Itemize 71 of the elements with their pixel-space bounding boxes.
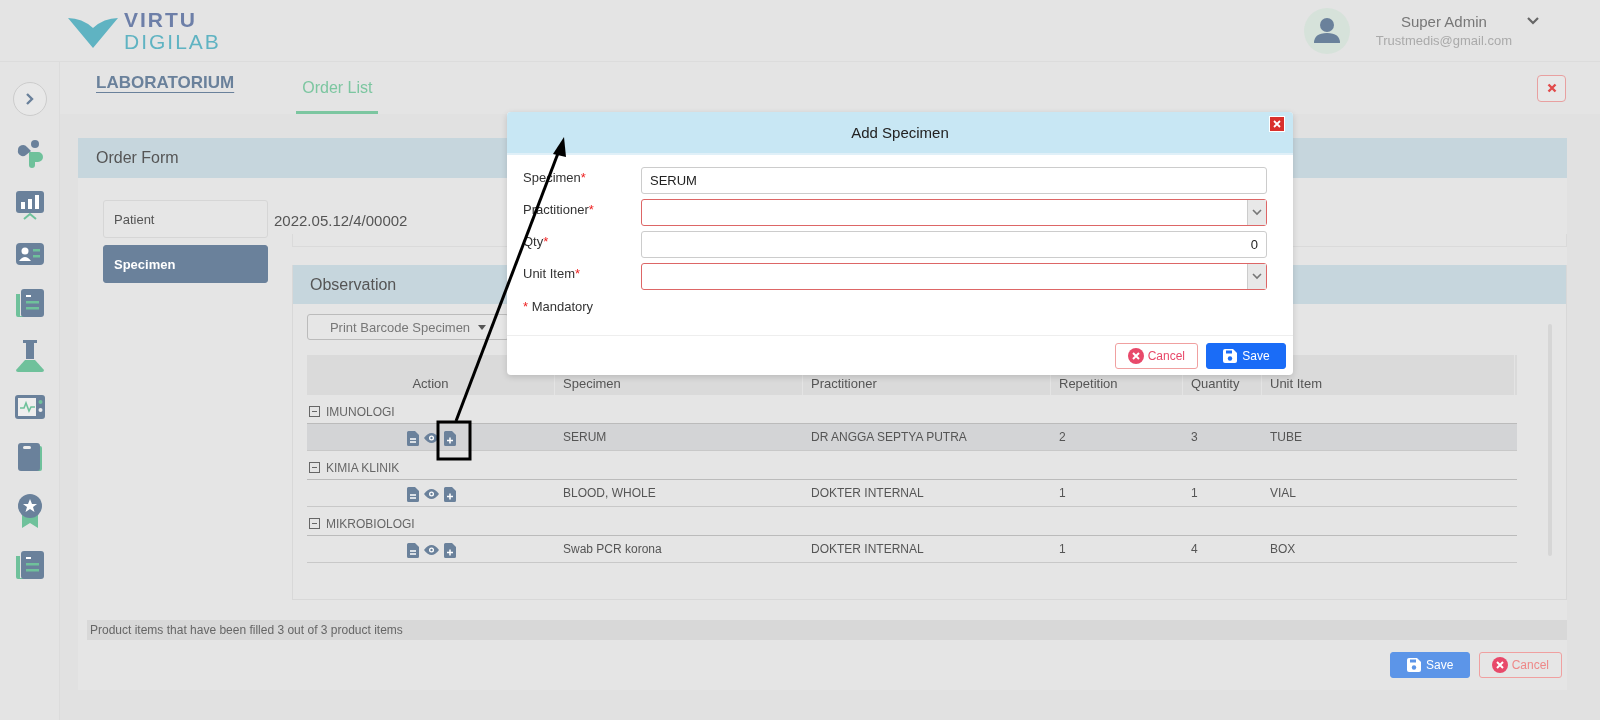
table-cell-text: TUBE (1269, 430, 1303, 444)
add-document-icon[interactable] (443, 430, 456, 446)
dialog-title: Add Specimen (851, 124, 949, 141)
add-document-icon[interactable] (443, 486, 456, 502)
document-icon[interactable] (406, 542, 419, 558)
document-icon[interactable] (406, 486, 419, 502)
print-barcode-dropdown[interactable]: Print Barcode Specimen (307, 314, 509, 340)
form-section-tab[interactable]: Patient (103, 200, 268, 238)
table-cell-text: 2 (1058, 430, 1067, 444)
document-icon[interactable] (14, 550, 45, 580)
table-cell-text: DOKTER INTERNAL (810, 486, 925, 500)
select-field[interactable] (641, 263, 1267, 290)
input-field[interactable]: 0 (641, 231, 1267, 258)
save-button[interactable]: Save (1389, 652, 1470, 678)
form-section-tab[interactable]: Specimen (103, 245, 268, 283)
user-name[interactable]: Super Admin (1400, 13, 1487, 30)
award-icon[interactable] (16, 494, 43, 528)
add-document-icon[interactable] (443, 542, 456, 558)
close-icon (1273, 120, 1281, 128)
flask-icon[interactable] (14, 340, 45, 372)
document-icon[interactable] (14, 288, 45, 318)
chevron-down-icon (1252, 209, 1262, 216)
folder-icon[interactable] (16, 442, 43, 472)
close-button[interactable] (1537, 74, 1566, 102)
collapse-icon[interactable] (309, 462, 320, 473)
save-button[interactable]: Save (1206, 343, 1286, 369)
table-cell-text: 3 (1190, 430, 1199, 444)
table-cell-text: 1 (1190, 486, 1199, 500)
chevron-down-icon[interactable] (1526, 15, 1540, 26)
table-cell-text: DOKTER INTERNAL (810, 542, 925, 556)
table-row[interactable]: SERUM DR ANGGA SEPTYA PUTRA 2 3 TUBE (307, 424, 1517, 451)
table-cell-text: BOX (1269, 542, 1297, 556)
avatar-icon (1303, 7, 1350, 54)
collapse-icon[interactable] (309, 406, 320, 417)
order-number: 2022.05.12/4/00002 (274, 212, 408, 231)
group-label: MIKROBIOLOGI (326, 516, 415, 531)
group-label: IMUNOLOGI (326, 404, 395, 419)
table-row[interactable]: Swab PCR korona DOKTER INTERNAL 1 4 BOX (307, 536, 1517, 563)
table-cell-text: BLOOD, WHOLE (562, 486, 657, 500)
monitor-icon[interactable] (13, 394, 46, 420)
table-cell-text: Swab PCR korona (562, 542, 663, 556)
select-field[interactable] (641, 199, 1267, 226)
highlight-frame (436, 420, 472, 461)
field-label: Unit Item* (523, 265, 582, 281)
chart-board-icon[interactable] (14, 190, 45, 220)
close-icon (1491, 657, 1508, 673)
close-icon (1546, 83, 1557, 93)
brand-name: DIGILAB (124, 30, 221, 53)
module-title[interactable]: LABORATORIUM (96, 73, 235, 93)
table-cell-text: 1 (1058, 486, 1067, 500)
chevron-down-icon (1252, 273, 1262, 280)
table-cell-text: VIAL (1269, 486, 1297, 500)
cancel-button[interactable]: Cancel (1114, 343, 1198, 369)
user-email: Trustmedis@gmail.com (1375, 33, 1512, 48)
expand-button[interactable] (12, 82, 47, 116)
table-cell-text: SERUM (562, 430, 608, 444)
cancel-button[interactable]: Cancel (1478, 652, 1562, 678)
table-row[interactable]: BLOOD, WHOLE DOKTER INTERNAL 1 1 VIAL (307, 480, 1517, 507)
status-bar: Product items that have been filled 3 out of 3 product items (87, 620, 1567, 640)
chevron-right-icon (24, 92, 35, 106)
caret-icon (478, 324, 487, 330)
id-card-icon[interactable] (14, 242, 45, 266)
group-label: KIMIA KLINIK (326, 460, 400, 475)
table-cell-text: 4 (1190, 542, 1199, 556)
collapse-icon[interactable] (309, 518, 320, 529)
table-cell-text: DR ANGGA SEPTYA PUTRA (810, 430, 968, 444)
table-cell-text: 1 (1058, 542, 1067, 556)
close-icon (1127, 348, 1144, 364)
input-field[interactable]: SERUM (641, 167, 1267, 194)
brand-name: VIRTU (124, 8, 198, 31)
eye-icon[interactable] (423, 433, 439, 443)
